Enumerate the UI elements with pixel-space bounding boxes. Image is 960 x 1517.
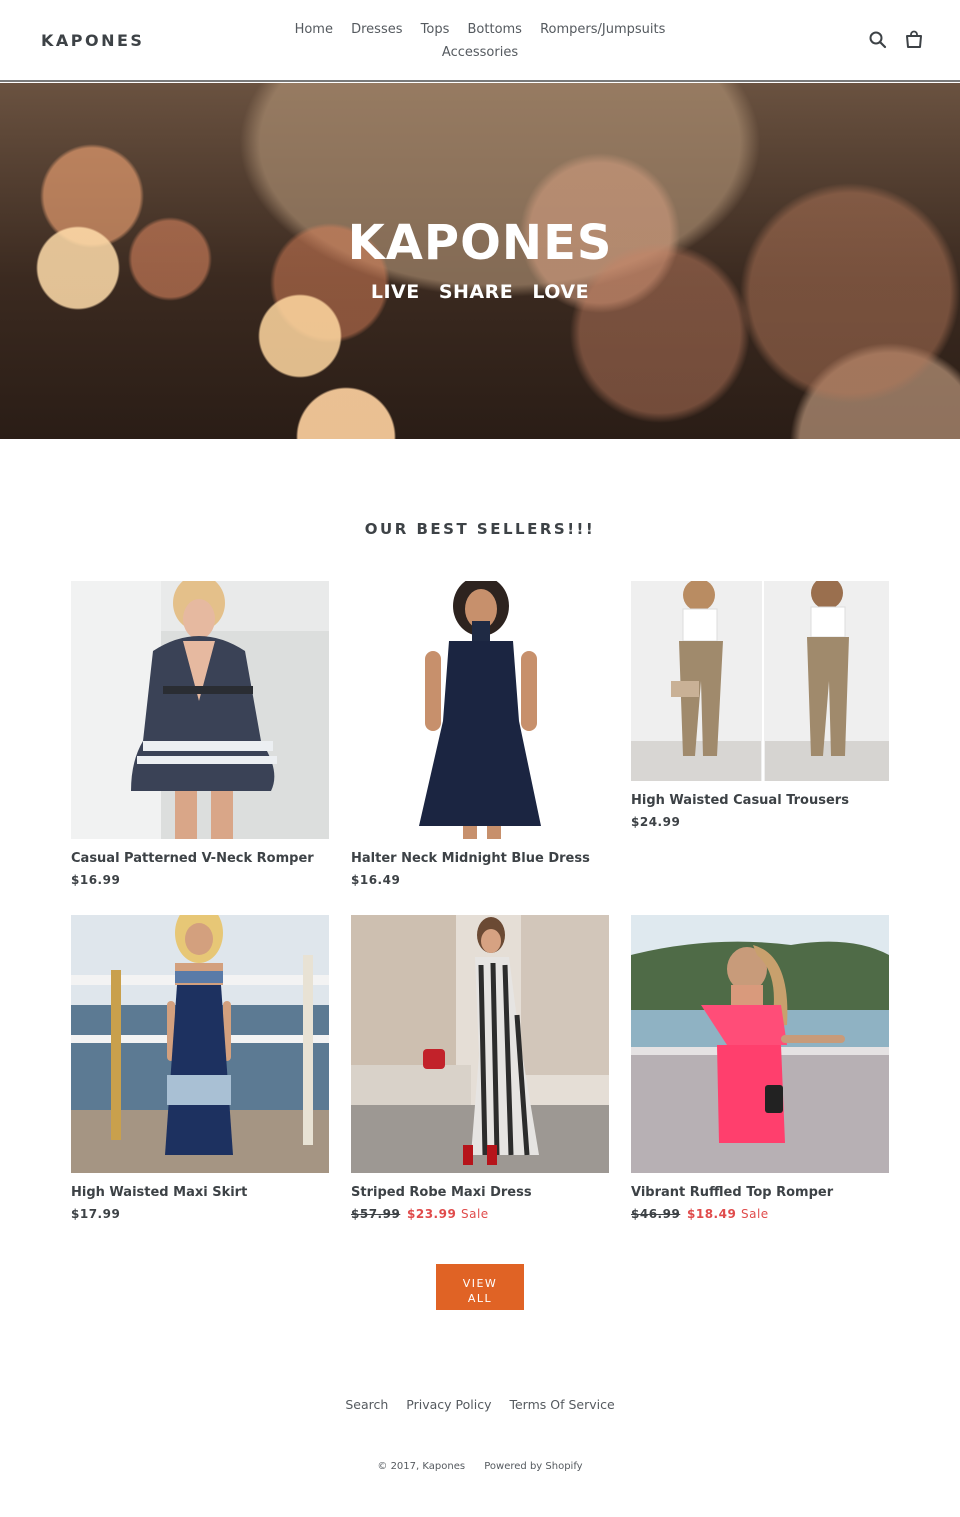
view-all-label-line1: VIEW [462,1277,498,1290]
product-card[interactable]: Halter Neck Midnight Blue Dress $16.49 [351,581,609,887]
product-name[interactable]: Striped Robe Maxi Dress [351,1185,609,1201]
nav-accessories[interactable]: Accessories [442,45,518,60]
product-price: $16.49 [351,873,609,887]
site-header: KAPONES Home Dresses Tops Bottoms Romper… [0,0,960,82]
product-price: $17.99 [71,1207,329,1221]
product-image[interactable] [71,581,329,839]
sale-label: Sale [461,1207,489,1221]
copyright-text[interactable]: © 2017, Kapones [377,1461,465,1472]
nav-bottoms[interactable]: Bottoms [468,22,522,37]
sale-price: $23.99 [407,1207,457,1221]
product-price: $57.99 $23.99 Sale [351,1207,609,1221]
nav-home[interactable]: Home [295,22,333,37]
product-card[interactable]: Casual Patterned V-Neck Romper $16.99 [71,581,329,887]
product-card[interactable]: Striped Robe Maxi Dress $57.99 $23.99 Sa… [351,915,609,1221]
compare-price: $46.99 [631,1207,681,1221]
nav-dresses[interactable]: Dresses [351,22,402,37]
search-icon[interactable] [868,30,888,50]
product-card[interactable]: Vibrant Ruffled Top Romper $46.99 $18.49… [631,915,889,1221]
sale-price: $18.49 [687,1207,737,1221]
footer-link-terms[interactable]: Terms Of Service [509,1397,614,1412]
powered-by[interactable]: Powered by Shopify [484,1461,582,1472]
footer-link-privacy[interactable]: Privacy Policy [406,1397,491,1412]
header-icons [868,30,924,50]
product-card[interactable]: High Waisted Casual Trousers $24.99 [631,581,889,829]
copyright: © 2017, Kapones Powered by Shopify [0,1461,960,1472]
sale-label: Sale [741,1207,769,1221]
footer-nav: Search Privacy Policy Terms Of Service [0,1397,960,1412]
hero-title: KAPONES [347,215,613,271]
product-card[interactable]: High Waisted Maxi Skirt $17.99 [71,915,329,1221]
product-image[interactable] [351,581,609,839]
regular-price: $16.99 [71,873,121,887]
product-image[interactable] [631,581,889,781]
product-price: $16.99 [71,873,329,887]
product-image[interactable] [351,915,609,1173]
product-price: $24.99 [631,815,889,829]
store-logo[interactable]: KAPONES [41,31,144,50]
regular-price: $24.99 [631,815,681,829]
view-all-label-line2: ALL [467,1292,493,1305]
product-name[interactable]: Casual Patterned V-Neck Romper [71,851,329,867]
nav-tops[interactable]: Tops [421,22,450,37]
regular-price: $17.99 [71,1207,121,1221]
compare-price: $57.99 [351,1207,401,1221]
product-name[interactable]: Vibrant Ruffled Top Romper [631,1185,889,1201]
view-all-button[interactable]: VIEW ALL [436,1264,524,1310]
main-nav: Home Dresses Tops Bottoms Rompers/Jumpsu… [280,18,680,64]
product-price: $46.99 $18.49 Sale [631,1207,889,1221]
section-title: OUR BEST SELLERS!!! [364,520,596,538]
product-name[interactable]: High Waisted Maxi Skirt [71,1185,329,1201]
product-name[interactable]: High Waisted Casual Trousers [631,793,889,809]
cart-icon[interactable] [904,30,924,50]
product-name[interactable]: Halter Neck Midnight Blue Dress [351,851,609,867]
product-image[interactable] [71,915,329,1173]
hero-banner: KAPONES LIVE SHARE LOVE [0,83,960,439]
regular-price: $16.49 [351,873,401,887]
product-image[interactable] [631,915,889,1173]
nav-rompers[interactable]: Rompers/Jumpsuits [540,22,665,37]
hero-tagline: LIVE SHARE LOVE [370,281,590,303]
footer-link-search[interactable]: Search [345,1397,388,1412]
